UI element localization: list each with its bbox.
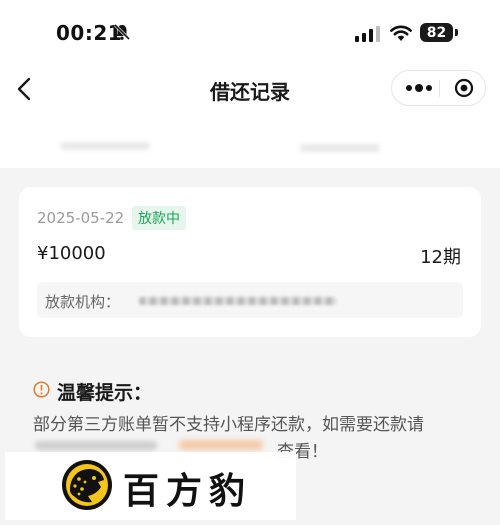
more-dots-icon[interactable] bbox=[404, 80, 434, 96]
loan-record-card[interactable]: 2025-05-22 放款中 ¥10000 12期 放款机构： bbox=[19, 187, 481, 337]
bell-off-icon bbox=[113, 23, 131, 41]
institution-value-redacted bbox=[139, 297, 337, 305]
wifi-icon bbox=[390, 25, 412, 41]
battery-tip bbox=[455, 29, 458, 36]
warning-icon bbox=[33, 381, 50, 398]
redacted-text bbox=[35, 441, 157, 450]
record-date: 2025-05-22 bbox=[37, 209, 125, 227]
blurred-tab bbox=[300, 144, 380, 152]
redacted-link[interactable] bbox=[179, 440, 263, 450]
leopard-logo bbox=[62, 460, 112, 510]
tips-text: 部分第三方账单暂不支持小程序还款，如需要还款请 bbox=[33, 415, 424, 435]
institution-label: 放款机构： bbox=[45, 293, 121, 311]
signal-icon bbox=[355, 26, 380, 42]
watermark-text: 百方豹 bbox=[123, 471, 253, 512]
status-badge: 放款中 bbox=[132, 206, 186, 230]
nav-bar: 借还记录 bbox=[0, 62, 500, 116]
watermark: 百方豹 bbox=[5, 452, 296, 520]
loan-amount: ¥10000 bbox=[37, 243, 106, 264]
status-bar: 00:21 82 bbox=[0, 0, 500, 62]
blurred-tab-strip bbox=[0, 116, 500, 168]
target-close-icon[interactable] bbox=[454, 78, 474, 98]
capsule-divider bbox=[439, 80, 440, 97]
miniprogram-capsule bbox=[391, 70, 486, 106]
loan-term: 12期 bbox=[420, 247, 461, 268]
app-screen: 00:21 82 借还记录 2025-05-22 放款中 ¥10000 12期 … bbox=[0, 0, 500, 525]
lender-institution-row: 放款机构： bbox=[37, 282, 463, 318]
battery-level: 82 bbox=[426, 24, 447, 41]
blurred-tab bbox=[60, 142, 150, 150]
tips-title: 温馨提示： bbox=[57, 382, 153, 404]
battery-icon: 82 bbox=[420, 23, 453, 42]
